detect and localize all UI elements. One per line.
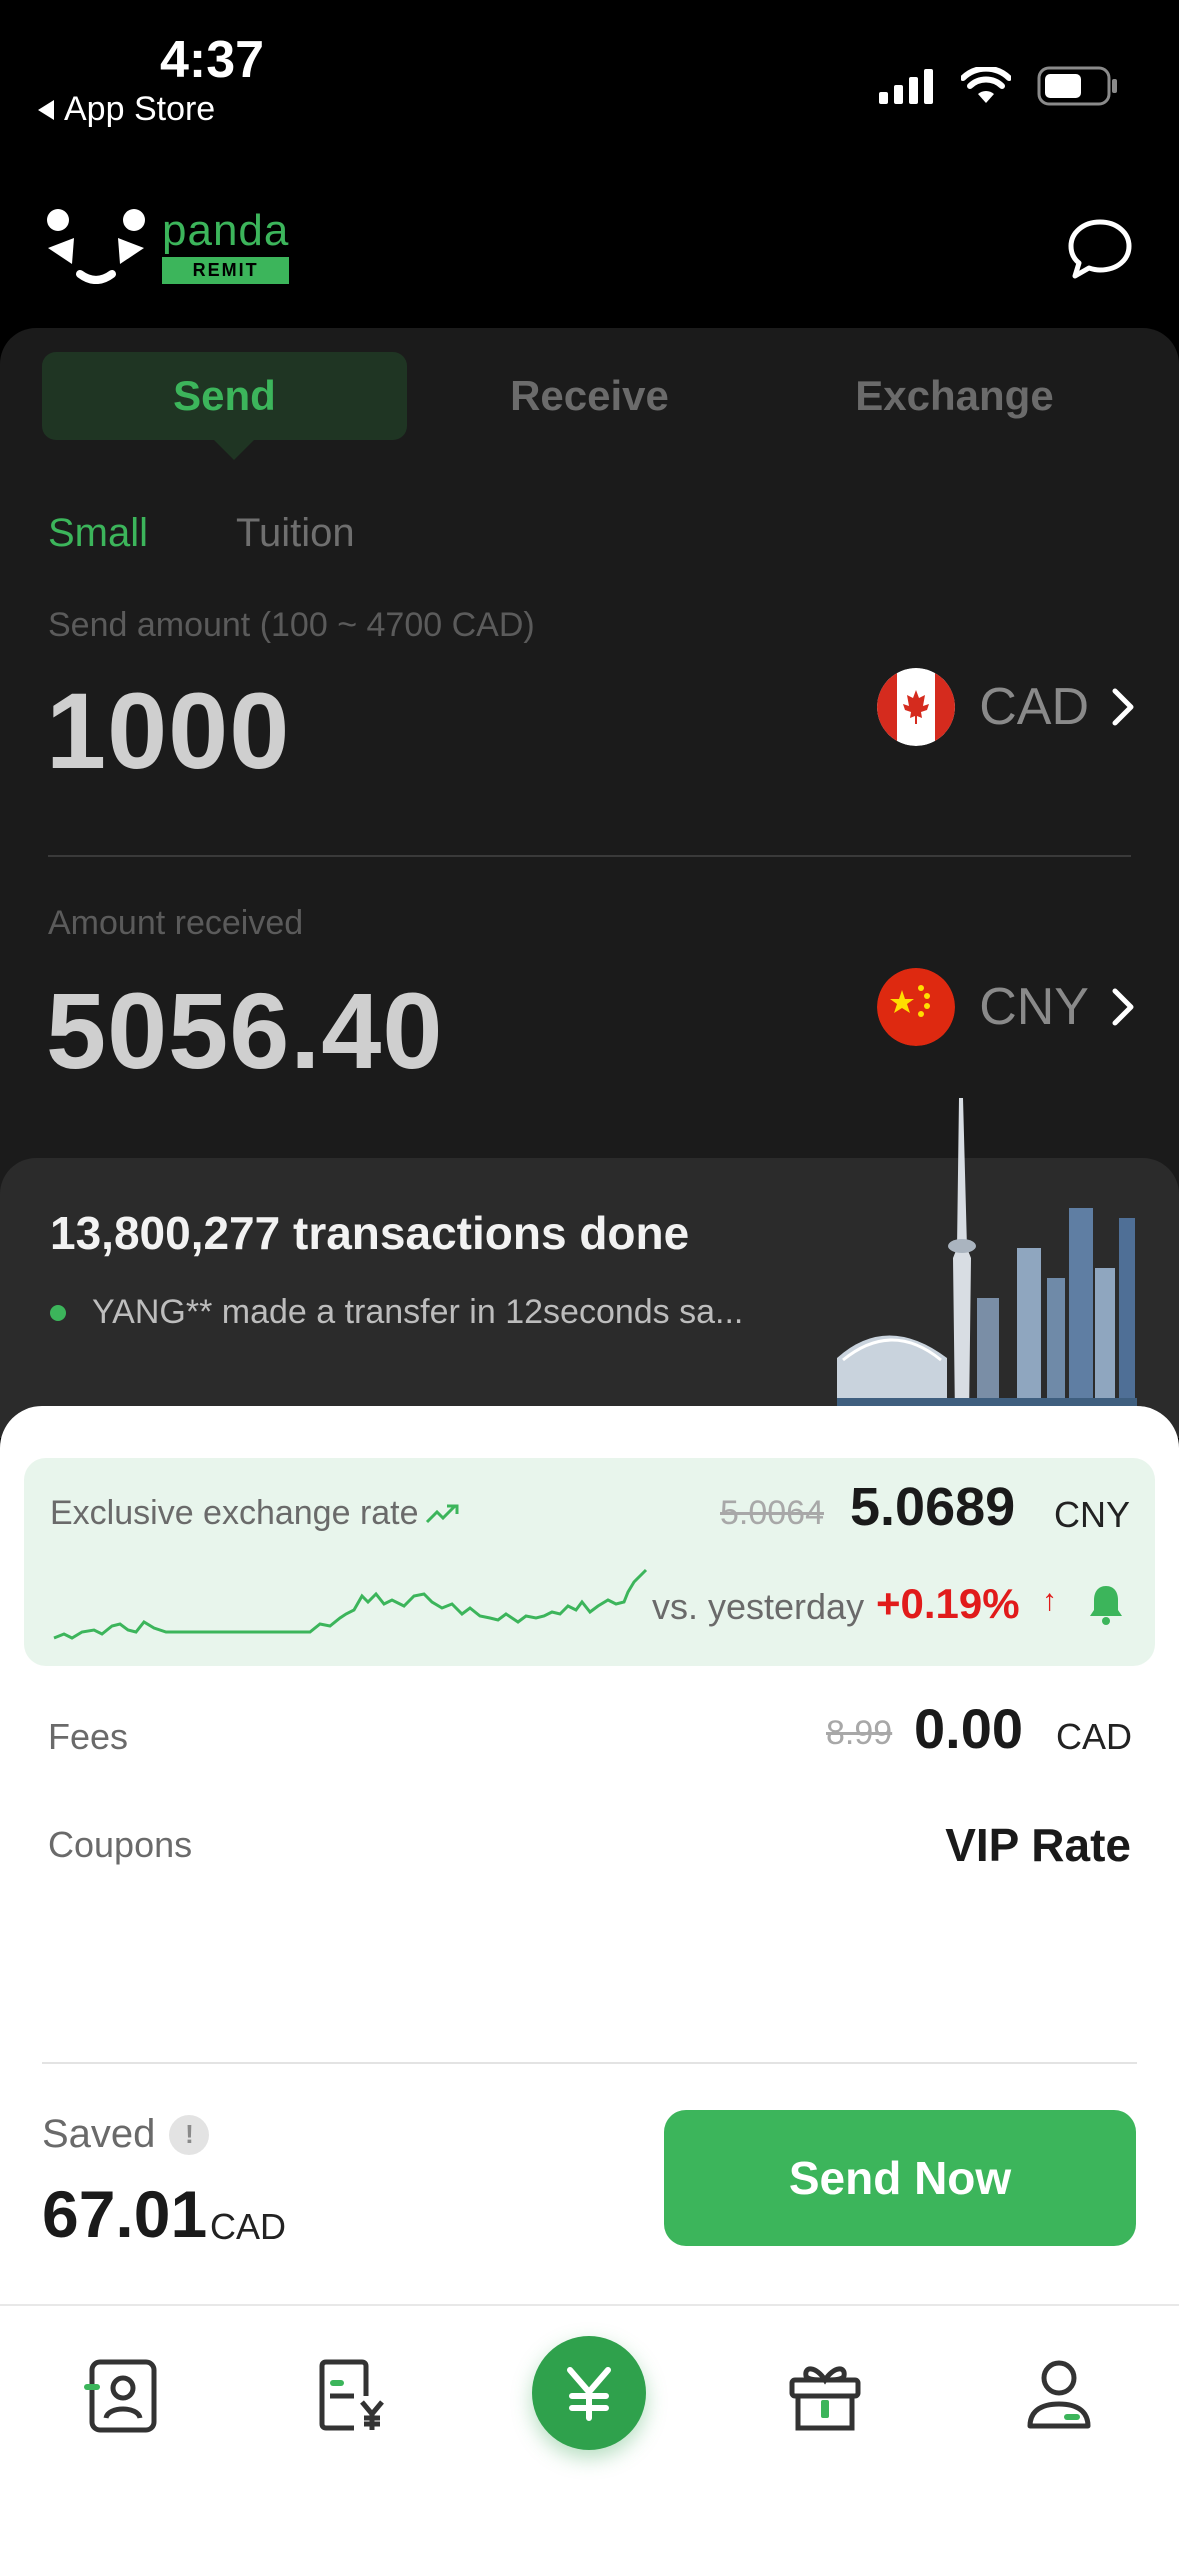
fee-current: 0.00 — [914, 1697, 1023, 1760]
coupon-selector[interactable]: VIP Rate — [945, 1818, 1131, 1872]
bill-yuan-icon — [319, 2359, 384, 2431]
send-now-button[interactable]: Send Now — [664, 2110, 1136, 2246]
tab-receive[interactable]: Receive — [407, 352, 772, 440]
recent-transfer-ticker: YANG** made a transfer in 12seconds sa..… — [50, 1293, 743, 1332]
yuan-icon — [567, 2367, 611, 2421]
logo-word: panda — [162, 205, 290, 255]
logo-tag: REMIT — [162, 256, 290, 284]
battery-icon — [1037, 66, 1117, 106]
tab-send[interactable]: Send — [42, 352, 407, 460]
back-to-app-store[interactable]: App Store — [36, 90, 215, 129]
fee-original: 8.99 — [826, 1714, 893, 1752]
arrow-up-icon: ↑ — [1042, 1584, 1057, 1617]
send-currency-code: CAD — [979, 678, 1089, 736]
signal-icon — [879, 69, 933, 104]
chat-bubble-icon — [1068, 219, 1132, 279]
trend-up-icon — [425, 1504, 459, 1523]
panda-logo-icon — [47, 209, 145, 284]
transactions-banner: 13,800,277 transactions done YANG** made… — [0, 1098, 1179, 1438]
tab-exchange[interactable]: Exchange — [772, 352, 1137, 440]
rate-sparkline — [53, 1568, 648, 1640]
gift-icon — [789, 2366, 861, 2431]
rate-label: Exclusive exchange rate — [50, 1494, 419, 1532]
receive-currency-selector[interactable]: CNY — [877, 968, 1135, 1046]
canada-flag-icon — [877, 668, 956, 746]
back-triangle-icon — [38, 99, 54, 120]
status-time: 4:37 — [160, 31, 265, 89]
nav-contacts[interactable] — [76, 2350, 166, 2440]
nav-transfer-home[interactable] — [532, 2336, 646, 2450]
chevron-right-icon — [1112, 688, 1134, 726]
send-amount-label: Send amount (100 ~ 4700 CAD) — [48, 606, 535, 644]
coupons-label: Coupons — [48, 1824, 193, 1865]
rate-change: +0.19% — [876, 1580, 1020, 1627]
transactions-count: 13,800,277 transactions done — [50, 1207, 690, 1259]
nav-profile[interactable] — [1014, 2350, 1104, 2440]
saved-currency: CAD — [210, 2206, 287, 2247]
rate-alert-bell-icon[interactable] — [1088, 1582, 1124, 1626]
china-flag-icon — [877, 968, 956, 1046]
chevron-right-icon — [1112, 988, 1134, 1026]
nav-transactions[interactable] — [308, 2350, 398, 2440]
panda-remit-logo: panda REMIT — [44, 205, 290, 284]
received-amount-value[interactable]: 5056.40 — [46, 968, 443, 1093]
amount-divider — [48, 855, 1131, 857]
receive-currency-code: CNY — [979, 978, 1089, 1036]
contacts-icon — [84, 2359, 157, 2433]
fees-label: Fees — [48, 1716, 129, 1757]
transfer-card: Send Receive Exchange Small Tuition Send… — [0, 328, 1179, 1228]
vs-yesterday-label: vs. yesterday — [652, 1586, 865, 1627]
live-dot-icon — [50, 1304, 66, 1321]
old-rate: 5.0064 — [720, 1494, 824, 1532]
amount-type-tabs: Small Tuition — [48, 511, 355, 556]
mode-tabs: Send Receive Exchange — [42, 352, 1138, 460]
wifi-icon — [961, 67, 1011, 103]
back-label: App Store — [64, 90, 216, 128]
summary-divider — [42, 2062, 1137, 2064]
nav-rewards[interactable] — [780, 2350, 870, 2440]
saved-label: Saved — [42, 2112, 156, 2156]
received-amount-label: Amount received — [48, 904, 304, 942]
info-icon[interactable]: ! — [169, 2114, 210, 2155]
fee-currency: CAD — [1056, 1716, 1133, 1757]
subtab-small[interactable]: Small — [48, 511, 148, 556]
recent-transfer-text: YANG** made a transfer in 12seconds sa..… — [92, 1293, 744, 1331]
bottom-nav — [0, 2306, 1179, 2556]
exchange-rate-box[interactable]: Exclusive exchange rate 5.0064 5.0689 CN… — [24, 1458, 1155, 1666]
send-currency-selector[interactable]: CAD — [877, 668, 1135, 746]
subtab-tuition[interactable]: Tuition — [236, 511, 355, 556]
chat-button[interactable] — [1065, 214, 1135, 284]
send-amount-input[interactable]: 1000 — [46, 668, 290, 793]
saved-amount: 67.01 — [42, 2177, 208, 2251]
status-icons — [879, 66, 1119, 106]
profile-icon — [1027, 2360, 1091, 2429]
toronto-skyline-icon — [837, 1098, 1137, 1418]
current-rate: 5.0689 — [850, 1477, 1016, 1537]
rate-currency: CNY — [1054, 1494, 1131, 1535]
